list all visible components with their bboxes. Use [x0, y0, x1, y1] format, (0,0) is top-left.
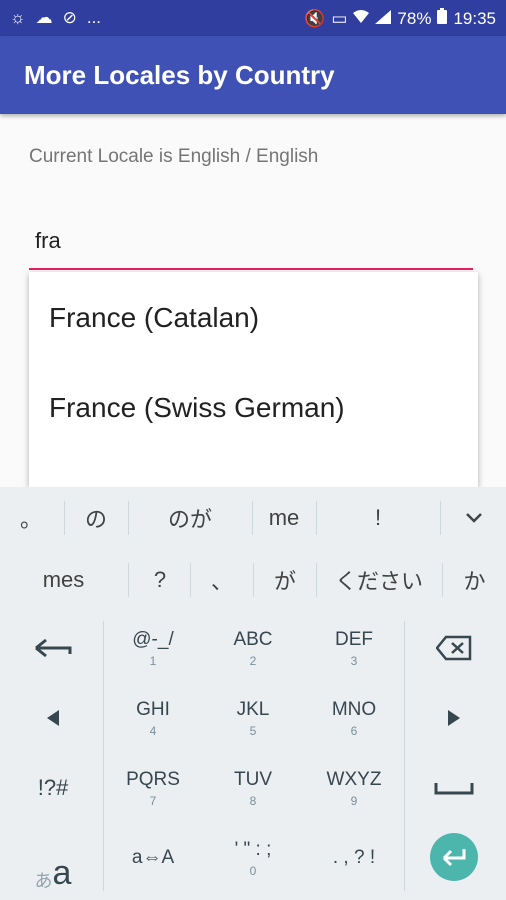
mute-icon: 🔇: [304, 8, 326, 28]
suggestion-item[interactable]: France (Catalan): [49, 302, 259, 334]
cursor-left-key[interactable]: [3, 683, 103, 753]
enter-icon: [442, 849, 466, 867]
key-label: !?#: [37, 775, 69, 800]
candidate-row: mes ? 、 が ください か: [0, 549, 506, 611]
battery-percent: 78%: [397, 8, 432, 28]
candidate[interactable]: ?: [129, 549, 191, 611]
key-label: ABC: [233, 628, 273, 650]
key-label: DEF: [335, 628, 373, 650]
arrow-left-icon: [47, 710, 59, 726]
key-digit: 3: [350, 653, 358, 668]
keyboard: 。 の のが me ! mes ? 、 が ください か @-_/ 1 ABC …: [0, 487, 506, 900]
key-label: PQRS: [126, 768, 180, 790]
chevron-down-icon: [465, 513, 482, 523]
key-digit: 6: [350, 723, 358, 738]
status-bar: ☼ ☁ ⊘ ... 🔇 ▭ 78% 19:35: [0, 0, 506, 36]
key-label: @-_/: [132, 628, 174, 650]
key-label: WXYZ: [326, 768, 382, 790]
key-digit: 4: [149, 723, 157, 738]
key-0[interactable]: ' " : ; 0: [203, 823, 303, 893]
back-arrow-key[interactable]: [3, 613, 103, 683]
key-4[interactable]: GHI 4: [103, 683, 203, 753]
cursor-right-key[interactable]: [404, 683, 504, 753]
arrow-right-icon: [448, 710, 460, 726]
key-digit: 1: [149, 653, 157, 668]
candidate[interactable]: のが: [129, 487, 251, 549]
key-label: ' " : ;: [234, 838, 272, 860]
undo-arrow-icon: [35, 638, 72, 658]
key-label: . , ? !: [332, 847, 376, 868]
key-label: JKL: [236, 698, 270, 720]
kana-label: あ: [34, 871, 53, 891]
block-icon: ⊘: [62, 8, 77, 27]
key-9[interactable]: WXYZ 9: [304, 753, 404, 823]
key-digit: 9: [350, 793, 358, 808]
key-label: a⇔A: [131, 847, 175, 868]
latin-label: a: [52, 854, 72, 892]
key-3[interactable]: DEF 3: [304, 613, 404, 683]
language-switch-key[interactable]: あ a: [3, 823, 103, 893]
key-digit: 2: [249, 653, 257, 668]
key-6[interactable]: MNO 6: [304, 683, 404, 753]
key-digit: 5: [249, 723, 257, 738]
key-digit: 0: [249, 863, 257, 878]
brightness-icon: ☼: [10, 8, 26, 27]
key-label: GHI: [136, 698, 170, 720]
key-1[interactable]: @-_/ 1: [103, 613, 203, 683]
candidate[interactable]: !: [317, 487, 439, 549]
wifi-icon: [353, 9, 370, 29]
candidate[interactable]: の: [65, 487, 127, 549]
key-label: MNO: [331, 698, 377, 720]
backspace-icon: [436, 635, 472, 661]
candidate[interactable]: mes: [0, 549, 127, 611]
nfc-icon: ▭: [331, 8, 348, 28]
key-5[interactable]: JKL 5: [203, 683, 303, 753]
key-digit: 7: [149, 793, 157, 808]
key-7[interactable]: PQRS 7: [103, 753, 203, 823]
battery-icon: [437, 8, 448, 29]
candidate[interactable]: か: [443, 549, 506, 611]
more-notifications: ...: [86, 8, 102, 27]
key-digit: 8: [249, 793, 257, 808]
search-field[interactable]: [29, 228, 479, 272]
candidate[interactable]: が: [254, 549, 316, 611]
input-underline: [29, 268, 473, 270]
cloud-icon: ☁: [35, 8, 53, 27]
suggestion-dropdown: France (Catalan) France (Swiss German): [29, 272, 478, 487]
key-2[interactable]: ABC 2: [203, 613, 303, 683]
space-icon: [434, 783, 474, 795]
key-8[interactable]: TUV 8: [203, 753, 303, 823]
symbols-key[interactable]: !?#: [3, 753, 103, 823]
key-label: TUV: [234, 768, 272, 790]
clock: 19:35: [453, 8, 496, 28]
candidate-row: 。 の のが me !: [0, 487, 506, 549]
backspace-key[interactable]: [404, 613, 504, 683]
expand-candidates-button[interactable]: [441, 487, 506, 549]
signal-icon: [375, 9, 392, 29]
candidate[interactable]: 。: [0, 487, 62, 549]
case-toggle-key[interactable]: a⇔A: [103, 823, 203, 893]
candidate[interactable]: ください: [317, 549, 441, 611]
search-input[interactable]: [29, 228, 479, 254]
suggestion-item[interactable]: France (Swiss German): [49, 392, 345, 424]
candidate[interactable]: 、: [191, 549, 253, 611]
punctuation-key[interactable]: . , ? !: [304, 823, 404, 893]
current-locale-label: Current Locale is English / English: [29, 146, 319, 167]
app-bar: More Locales by Country: [0, 36, 506, 114]
candidate[interactable]: me: [253, 487, 315, 549]
page-title: More Locales by Country: [24, 60, 335, 90]
space-key[interactable]: [404, 753, 504, 823]
enter-key[interactable]: [430, 833, 478, 881]
